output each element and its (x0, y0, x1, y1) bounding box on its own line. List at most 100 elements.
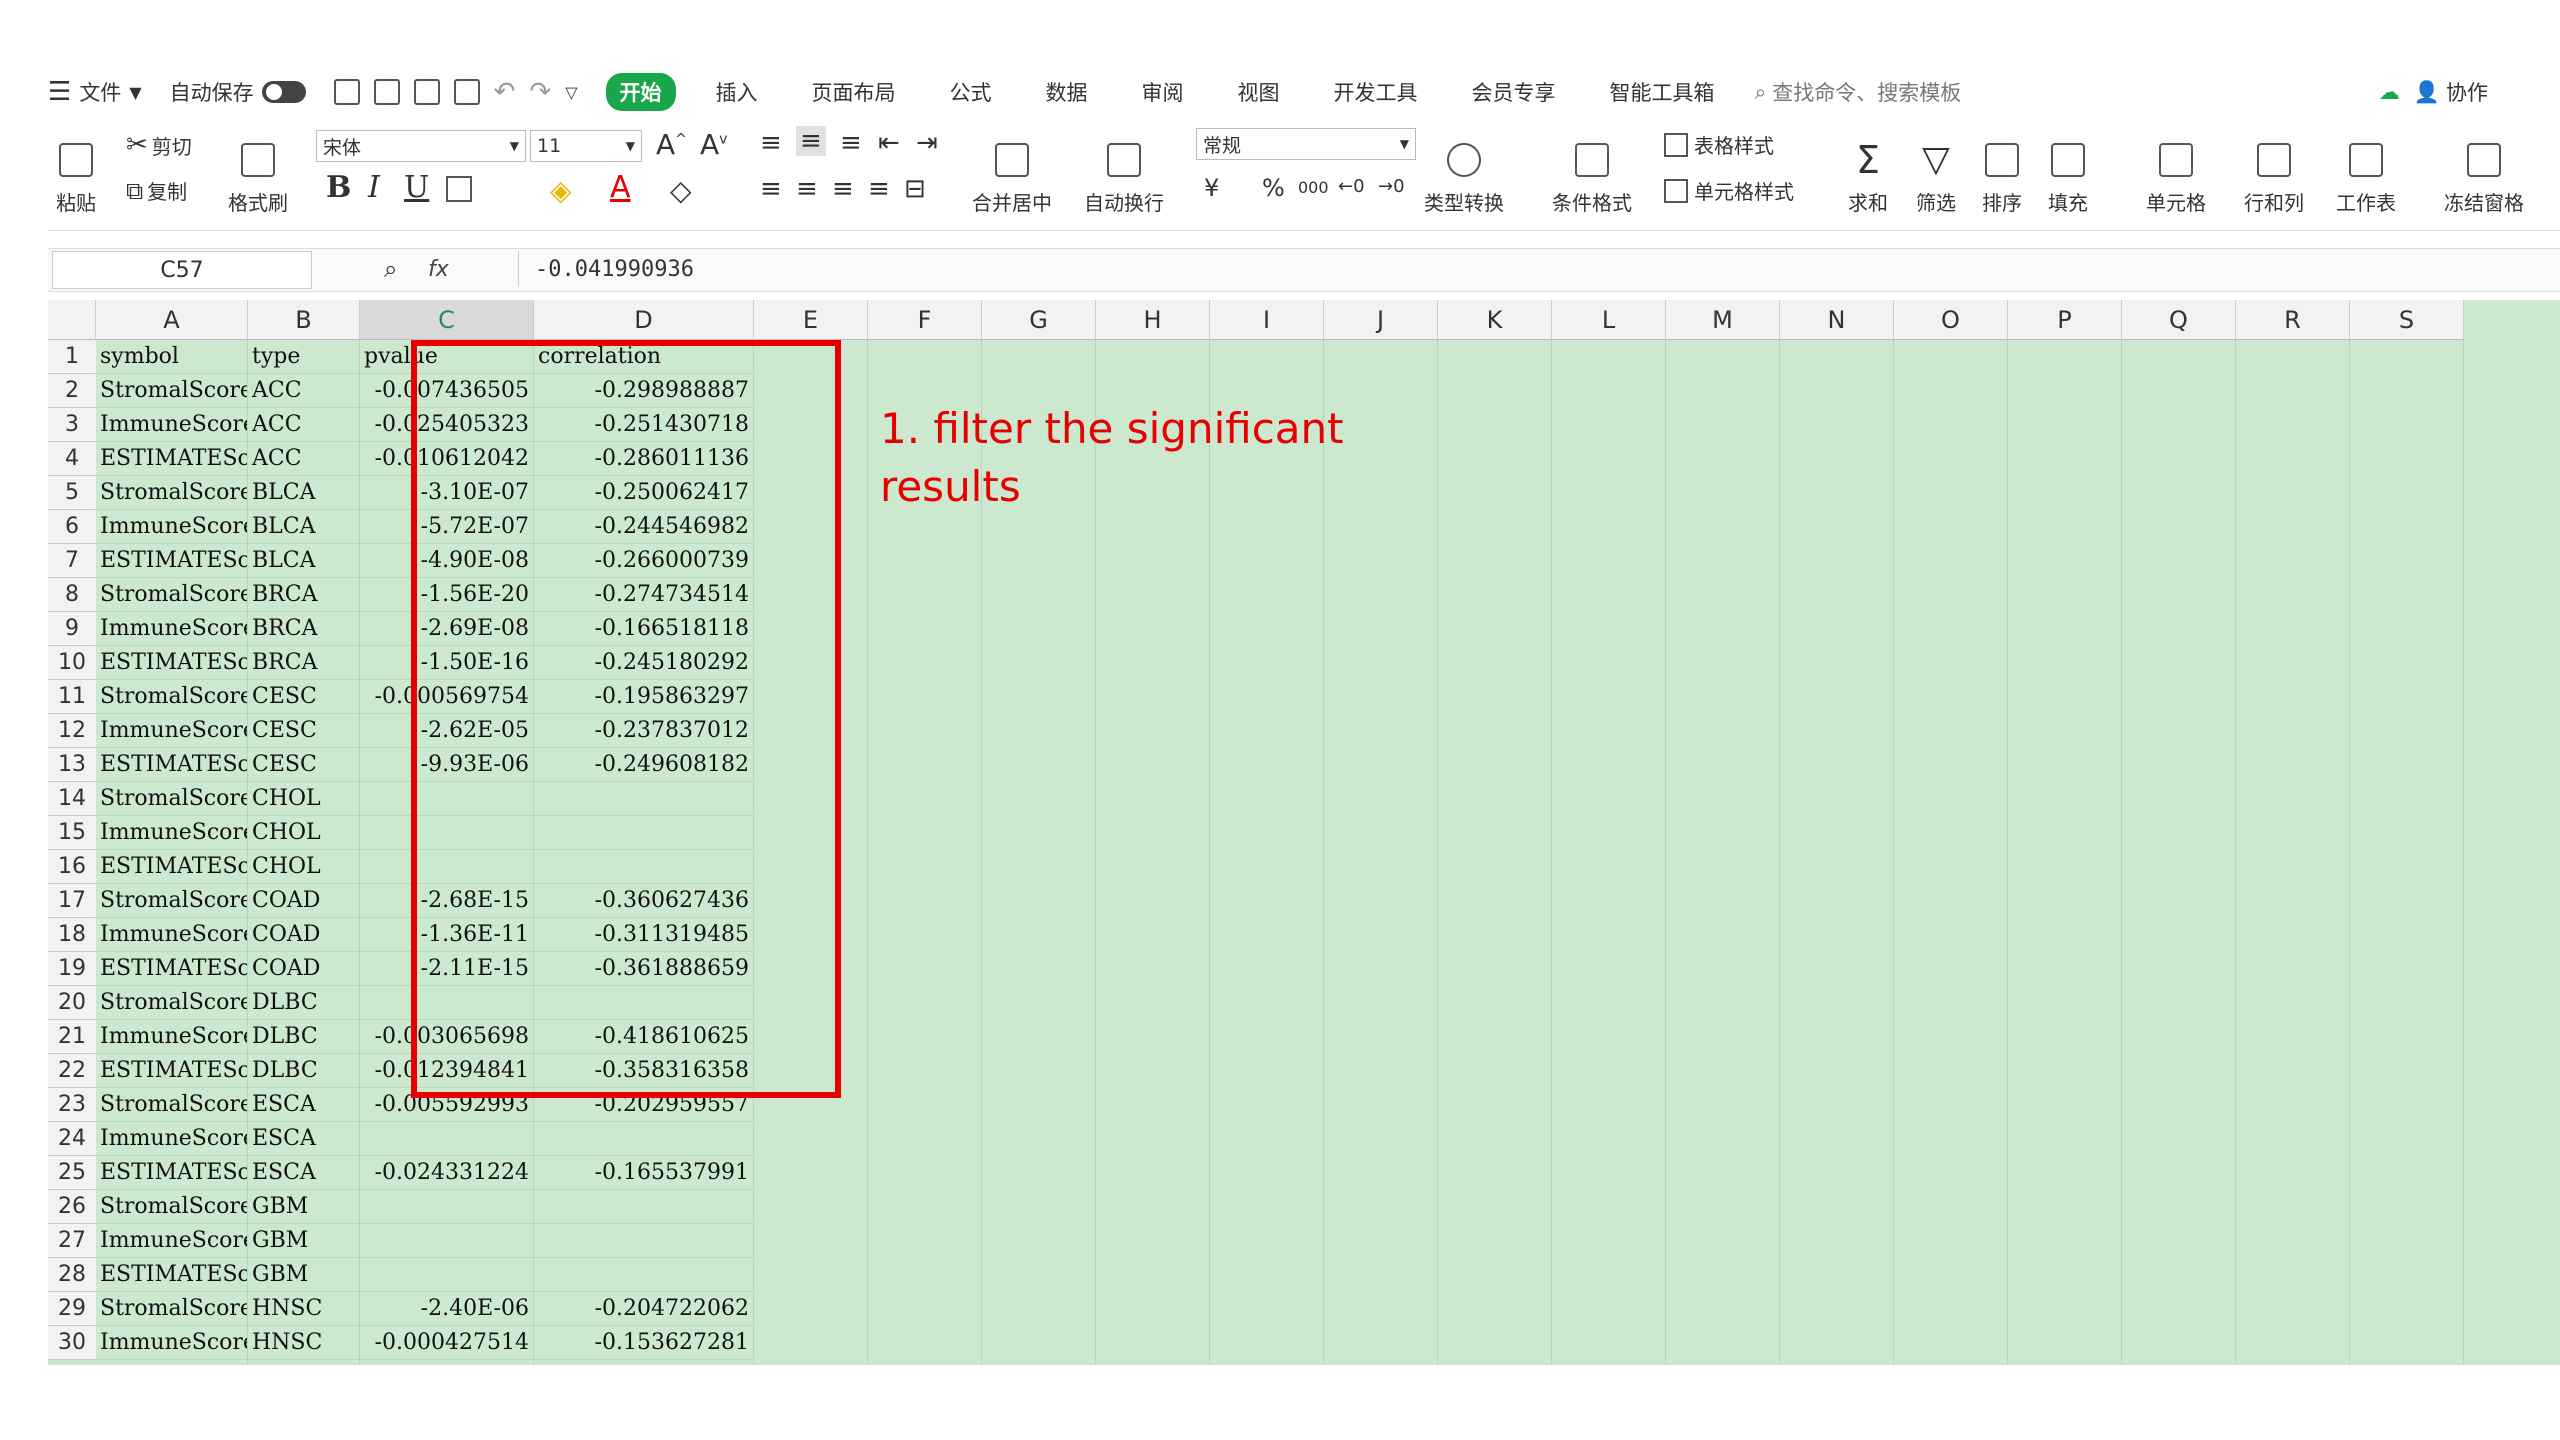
cell-d[interactable] (534, 1122, 754, 1156)
column-header-i[interactable]: I (1210, 300, 1324, 340)
cell-a[interactable]: ImmuneScore (96, 714, 248, 748)
column-header-m[interactable]: M (1666, 300, 1780, 340)
row-header[interactable]: 23 (48, 1088, 96, 1122)
filter-button[interactable]: ▽ 筛选 (1916, 126, 1956, 216)
cell-d[interactable] (534, 1224, 754, 1258)
print-preview-icon[interactable] (453, 79, 480, 105)
decrease-decimal-icon[interactable]: →0 (1378, 176, 1405, 197)
file-menu[interactable]: ☰ 文件 ▼ (48, 77, 142, 107)
row-header[interactable]: 4 (48, 442, 96, 476)
row-header[interactable]: 10 (48, 646, 96, 680)
cell-d[interactable]: -0.204722062 (534, 1292, 754, 1326)
column-header-q[interactable]: Q (2122, 300, 2236, 340)
cell-d[interactable]: -0.165537991 (534, 1156, 754, 1190)
row-header[interactable]: 18 (48, 918, 96, 952)
row-header[interactable]: 15 (48, 816, 96, 850)
row-header[interactable]: 2 (48, 374, 96, 408)
tab-insert[interactable]: 插入 (702, 73, 772, 111)
cell-b[interactable]: HNSC (248, 1326, 360, 1360)
cell-a[interactable]: ESTIMATEScore (96, 748, 248, 782)
cell-b[interactable]: ESCA (248, 1088, 360, 1122)
cell-a[interactable]: ImmuneScore (96, 612, 248, 646)
row-header[interactable]: 11 (48, 680, 96, 714)
column-header-p[interactable]: P (2008, 300, 2122, 340)
column-header-e[interactable]: E (754, 300, 868, 340)
tab-formula[interactable]: 公式 (936, 73, 1006, 111)
tab-member[interactable]: 会员专享 (1458, 73, 1570, 111)
cell-style-button[interactable]: 单元格样式 (1664, 176, 1794, 205)
tab-toolbox[interactable]: 智能工具箱 (1596, 73, 1729, 111)
cell-b[interactable]: BLCA (248, 510, 360, 544)
cell-a[interactable]: ESTIMATEScore (96, 952, 248, 986)
cell-b[interactable]: ACC (248, 408, 360, 442)
merge-center-button[interactable]: 合并居中 (972, 126, 1052, 216)
cell-b[interactable]: GBM (248, 1224, 360, 1258)
cell-a[interactable]: StromalScore (96, 986, 248, 1020)
cell-a[interactable]: ESTIMATEScore (96, 1156, 248, 1190)
row-header[interactable]: 25 (48, 1156, 96, 1190)
tab-review[interactable]: 审阅 (1128, 73, 1198, 111)
cell-b[interactable]: COAD (248, 952, 360, 986)
cell-b[interactable]: BRCA (248, 612, 360, 646)
cell-a[interactable]: ESTIMATEScore (96, 1258, 248, 1292)
collab-button[interactable]: ☁ 👤 协作 (2379, 77, 2488, 107)
cell-b[interactable]: BLCA (248, 476, 360, 510)
fill-button[interactable]: 填充 (2048, 126, 2088, 216)
row-header[interactable]: 24 (48, 1122, 96, 1156)
cell-b[interactable]: BLCA (248, 544, 360, 578)
row-header[interactable]: 19 (48, 952, 96, 986)
cell-b[interactable]: ESCA (248, 1156, 360, 1190)
cell-d[interactable]: -0.153627281 (534, 1326, 754, 1360)
cell-b[interactable]: CHOL (248, 850, 360, 884)
wrap-text-button[interactable]: 自动换行 (1084, 126, 1164, 216)
cell-b[interactable]: COAD (248, 884, 360, 918)
cell-b[interactable]: type (248, 340, 360, 374)
customize-icon[interactable]: ▽ (565, 83, 577, 102)
column-header-k[interactable]: K (1438, 300, 1552, 340)
row-header[interactable]: 27 (48, 1224, 96, 1258)
cell-c[interactable]: -0.024331224 (360, 1156, 534, 1190)
tab-developer[interactable]: 开发工具 (1320, 73, 1432, 111)
align-top-icon[interactable]: ≡ (760, 128, 782, 158)
cell-a[interactable]: ESTIMATEScore (96, 544, 248, 578)
fill-color-icon[interactable]: ◈ (550, 174, 572, 207)
undo-icon[interactable]: ↶ (494, 77, 516, 107)
cell-a[interactable]: StromalScore (96, 374, 248, 408)
cell-b[interactable]: ACC (248, 374, 360, 408)
cell-a[interactable]: StromalScore (96, 1292, 248, 1326)
cell-b[interactable]: BRCA (248, 646, 360, 680)
column-header-a[interactable]: A (96, 300, 248, 340)
column-header-f[interactable]: F (868, 300, 982, 340)
cell-b[interactable]: DLBC (248, 986, 360, 1020)
formula-input[interactable]: -0.041990936 (518, 251, 694, 287)
row-header[interactable]: 7 (48, 544, 96, 578)
fx-icon[interactable]: fx (428, 251, 449, 287)
row-header[interactable]: 17 (48, 884, 96, 918)
select-all-corner[interactable] (48, 300, 96, 340)
cell-c[interactable] (360, 1122, 534, 1156)
cell-b[interactable]: CHOL (248, 782, 360, 816)
tab-home[interactable]: 开始 (605, 73, 676, 111)
cell-a[interactable]: ImmuneScore (96, 1224, 248, 1258)
align-left-icon[interactable]: ≡ (760, 174, 782, 204)
cell-b[interactable]: CESC (248, 714, 360, 748)
column-header-s[interactable]: S (2350, 300, 2464, 340)
cell-a[interactable]: ImmuneScore (96, 1122, 248, 1156)
cell-a[interactable]: ImmuneScore (96, 510, 248, 544)
indent-increase-icon[interactable]: ⇥ (916, 128, 938, 158)
cell-c[interactable]: -2.40E-06 (360, 1292, 534, 1326)
column-header-g[interactable]: G (982, 300, 1096, 340)
border-icon[interactable] (446, 176, 472, 202)
cell-d[interactable] (534, 1190, 754, 1224)
tab-page-layout[interactable]: 页面布局 (798, 73, 910, 111)
increase-decimal-icon[interactable]: ←0 (1338, 176, 1365, 197)
cell-b[interactable]: HNSC (248, 1292, 360, 1326)
cell-a[interactable]: StromalScore (96, 578, 248, 612)
row-header[interactable]: 28 (48, 1258, 96, 1292)
column-header-l[interactable]: L (1552, 300, 1666, 340)
thousands-button[interactable]: 000 (1298, 178, 1329, 197)
row-header[interactable]: 13 (48, 748, 96, 782)
row-header[interactable]: 21 (48, 1020, 96, 1054)
align-middle-icon[interactable]: ≡ (796, 126, 826, 156)
font-grow-icon[interactable]: A^ (656, 128, 687, 161)
